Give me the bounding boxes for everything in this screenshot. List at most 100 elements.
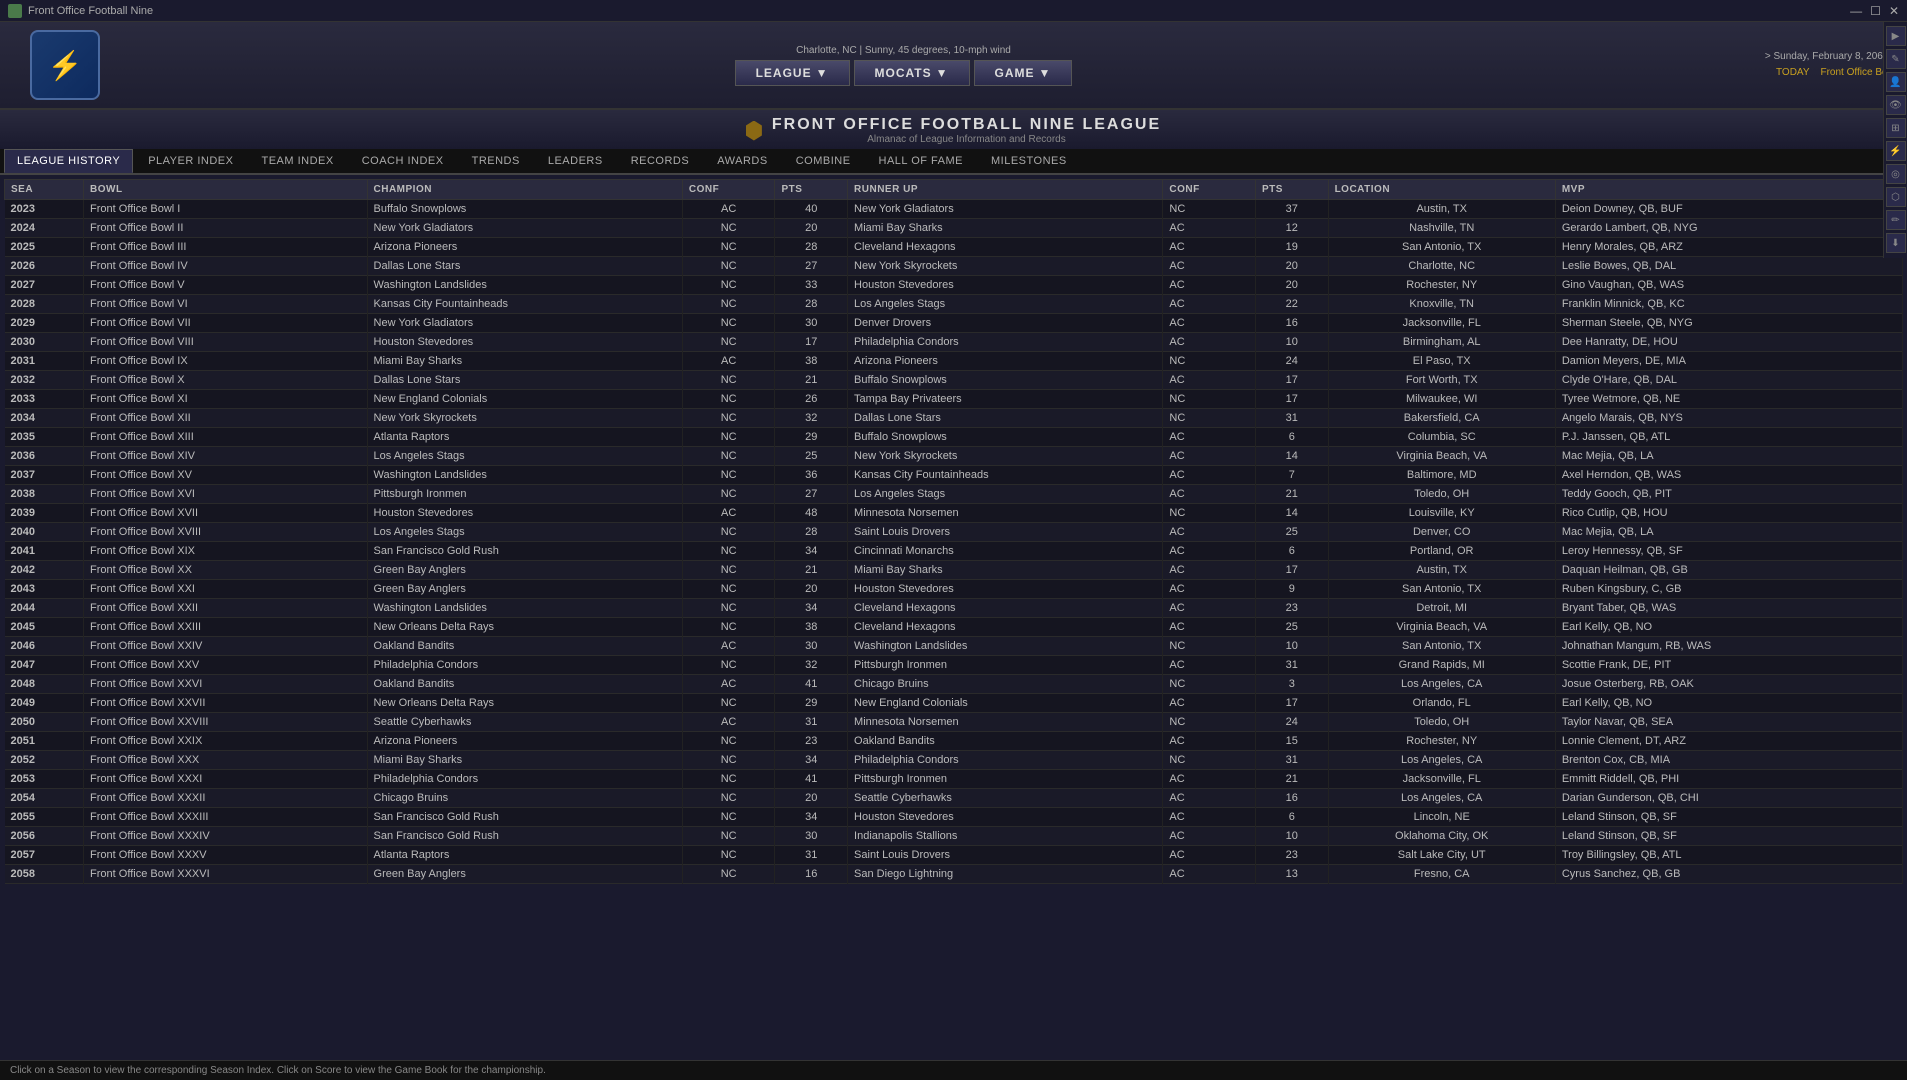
table-row[interactable]: 2052Front Office Bowl XXXMiami Bay Shark… <box>5 751 1903 770</box>
table-row[interactable]: 2030Front Office Bowl VIIIHouston Steved… <box>5 333 1903 352</box>
table-cell-8-0[interactable]: 2031 <box>5 352 84 371</box>
table-row[interactable]: 2037Front Office Bowl XVWashington Lands… <box>5 466 1903 485</box>
tab-milestones[interactable]: MILESTONES <box>978 149 1080 173</box>
sidebar-icon-8[interactable]: ✏ <box>1886 210 1906 230</box>
table-row[interactable]: 2034Front Office Bowl XIINew York Skyroc… <box>5 409 1903 428</box>
table-row[interactable]: 2054Front Office Bowl XXXIIChicago Bruin… <box>5 789 1903 808</box>
table-cell-16-1[interactable]: Front Office Bowl XVII <box>84 504 367 523</box>
table-cell-33-1[interactable]: Front Office Bowl XXXIV <box>84 827 367 846</box>
table-cell-8-1[interactable]: Front Office Bowl IX <box>84 352 367 371</box>
tab-league-history[interactable]: LEAGUE HISTORY <box>4 149 133 173</box>
table-cell-22-0[interactable]: 2045 <box>5 618 84 637</box>
table-cell-6-1[interactable]: Front Office Bowl VII <box>84 314 367 333</box>
table-cell-14-1[interactable]: Front Office Bowl XV <box>84 466 367 485</box>
maximize-button[interactable]: ☐ <box>1870 4 1881 18</box>
league-button[interactable]: LEAGUE ▼ <box>735 60 850 86</box>
table-cell-29-0[interactable]: 2052 <box>5 751 84 770</box>
table-row[interactable]: 2032Front Office Bowl XDallas Lone Stars… <box>5 371 1903 390</box>
table-cell-30-1[interactable]: Front Office Bowl XXXI <box>84 770 367 789</box>
sidebar-icon-0[interactable]: ▶ <box>1886 26 1906 46</box>
table-cell-12-0[interactable]: 2035 <box>5 428 84 447</box>
table-cell-15-0[interactable]: 2038 <box>5 485 84 504</box>
table-cell-3-1[interactable]: Front Office Bowl IV <box>84 257 367 276</box>
table-cell-30-0[interactable]: 2053 <box>5 770 84 789</box>
table-cell-32-0[interactable]: 2055 <box>5 808 84 827</box>
sidebar-icon-4[interactable]: ⊞ <box>1886 118 1906 138</box>
tab-awards[interactable]: AWARDS <box>704 149 780 173</box>
table-cell-21-1[interactable]: Front Office Bowl XXII <box>84 599 367 618</box>
table-cell-7-0[interactable]: 2030 <box>5 333 84 352</box>
table-cell-17-1[interactable]: Front Office Bowl XVIII <box>84 523 367 542</box>
table-row[interactable]: 2046Front Office Bowl XXIVOakland Bandit… <box>5 637 1903 656</box>
table-row[interactable]: 2028Front Office Bowl VIKansas City Foun… <box>5 295 1903 314</box>
table-row[interactable]: 2042Front Office Bowl XXGreen Bay Angler… <box>5 561 1903 580</box>
table-row[interactable]: 2031Front Office Bowl IXMiami Bay Sharks… <box>5 352 1903 371</box>
table-cell-21-0[interactable]: 2044 <box>5 599 84 618</box>
table-cell-3-0[interactable]: 2026 <box>5 257 84 276</box>
table-cell-11-0[interactable]: 2034 <box>5 409 84 428</box>
tab-leaders[interactable]: LEADERS <box>535 149 616 173</box>
table-cell-5-1[interactable]: Front Office Bowl VI <box>84 295 367 314</box>
table-cell-28-1[interactable]: Front Office Bowl XXIX <box>84 732 367 751</box>
table-cell-26-1[interactable]: Front Office Bowl XXVII <box>84 694 367 713</box>
table-row[interactable]: 2041Front Office Bowl XIXSan Francisco G… <box>5 542 1903 561</box>
table-cell-7-1[interactable]: Front Office Bowl VIII <box>84 333 367 352</box>
table-cell-24-1[interactable]: Front Office Bowl XXV <box>84 656 367 675</box>
table-cell-28-0[interactable]: 2051 <box>5 732 84 751</box>
table-cell-29-1[interactable]: Front Office Bowl XXX <box>84 751 367 770</box>
sidebar-icon-7[interactable]: ⬡ <box>1886 187 1906 207</box>
close-button[interactable]: ✕ <box>1889 4 1899 18</box>
table-cell-12-1[interactable]: Front Office Bowl XIII <box>84 428 367 447</box>
table-cell-9-1[interactable]: Front Office Bowl X <box>84 371 367 390</box>
table-cell-22-1[interactable]: Front Office Bowl XXIII <box>84 618 367 637</box>
table-cell-27-0[interactable]: 2050 <box>5 713 84 732</box>
table-cell-23-0[interactable]: 2046 <box>5 637 84 656</box>
table-row[interactable]: 2035Front Office Bowl XIIIAtlanta Raptor… <box>5 428 1903 447</box>
tab-combine[interactable]: COMBINE <box>783 149 864 173</box>
table-row[interactable]: 2051Front Office Bowl XXIXArizona Pionee… <box>5 732 1903 751</box>
table-cell-26-0[interactable]: 2049 <box>5 694 84 713</box>
table-cell-5-0[interactable]: 2028 <box>5 295 84 314</box>
table-row[interactable]: 2026Front Office Bowl IVDallas Lone Star… <box>5 257 1903 276</box>
sidebar-icon-5[interactable]: ⚡ <box>1886 141 1906 161</box>
tab-hall-of-fame[interactable]: HALL OF FAME <box>866 149 976 173</box>
table-cell-20-0[interactable]: 2043 <box>5 580 84 599</box>
table-cell-10-1[interactable]: Front Office Bowl XI <box>84 390 367 409</box>
table-cell-32-1[interactable]: Front Office Bowl XXXIII <box>84 808 367 827</box>
table-cell-20-1[interactable]: Front Office Bowl XXI <box>84 580 367 599</box>
table-cell-15-1[interactable]: Front Office Bowl XVI <box>84 485 367 504</box>
table-row[interactable]: 2029Front Office Bowl VIINew York Gladia… <box>5 314 1903 333</box>
table-cell-19-1[interactable]: Front Office Bowl XX <box>84 561 367 580</box>
table-row[interactable]: 2055Front Office Bowl XXXIIISan Francisc… <box>5 808 1903 827</box>
table-cell-14-0[interactable]: 2037 <box>5 466 84 485</box>
table-row[interactable]: 2039Front Office Bowl XVIIHouston Steved… <box>5 504 1903 523</box>
table-cell-2-0[interactable]: 2025 <box>5 238 84 257</box>
table-cell-4-1[interactable]: Front Office Bowl V <box>84 276 367 295</box>
table-cell-25-1[interactable]: Front Office Bowl XXVI <box>84 675 367 694</box>
table-cell-34-0[interactable]: 2057 <box>5 846 84 865</box>
table-row[interactable]: 2057Front Office Bowl XXXVAtlanta Raptor… <box>5 846 1903 865</box>
table-cell-1-1[interactable]: Front Office Bowl II <box>84 219 367 238</box>
table-row[interactable]: 2048Front Office Bowl XXVIOakland Bandit… <box>5 675 1903 694</box>
table-cell-16-0[interactable]: 2039 <box>5 504 84 523</box>
table-cell-18-0[interactable]: 2041 <box>5 542 84 561</box>
table-row[interactable]: 2047Front Office Bowl XXVPhiladelphia Co… <box>5 656 1903 675</box>
sidebar-icon-1[interactable]: ✎ <box>1886 49 1906 69</box>
table-row[interactable]: 2040Front Office Bowl XVIIILos Angeles S… <box>5 523 1903 542</box>
table-cell-31-1[interactable]: Front Office Bowl XXXII <box>84 789 367 808</box>
table-cell-25-0[interactable]: 2048 <box>5 675 84 694</box>
sidebar-icon-6[interactable]: ◎ <box>1886 164 1906 184</box>
tab-coach-index[interactable]: COACH INDEX <box>349 149 457 173</box>
table-cell-2-1[interactable]: Front Office Bowl III <box>84 238 367 257</box>
table-cell-6-0[interactable]: 2029 <box>5 314 84 333</box>
table-row[interactable]: 2043Front Office Bowl XXIGreen Bay Angle… <box>5 580 1903 599</box>
table-cell-24-0[interactable]: 2047 <box>5 656 84 675</box>
table-row[interactable]: 2056Front Office Bowl XXXIVSan Francisco… <box>5 827 1903 846</box>
sidebar-icon-9[interactable]: ⬇ <box>1886 233 1906 253</box>
table-cell-13-0[interactable]: 2036 <box>5 447 84 466</box>
table-cell-23-1[interactable]: Front Office Bowl XXIV <box>84 637 367 656</box>
table-cell-9-0[interactable]: 2032 <box>5 371 84 390</box>
table-cell-35-0[interactable]: 2058 <box>5 865 84 884</box>
table-cell-34-1[interactable]: Front Office Bowl XXXV <box>84 846 367 865</box>
table-row[interactable]: 2049Front Office Bowl XXVIINew Orleans D… <box>5 694 1903 713</box>
